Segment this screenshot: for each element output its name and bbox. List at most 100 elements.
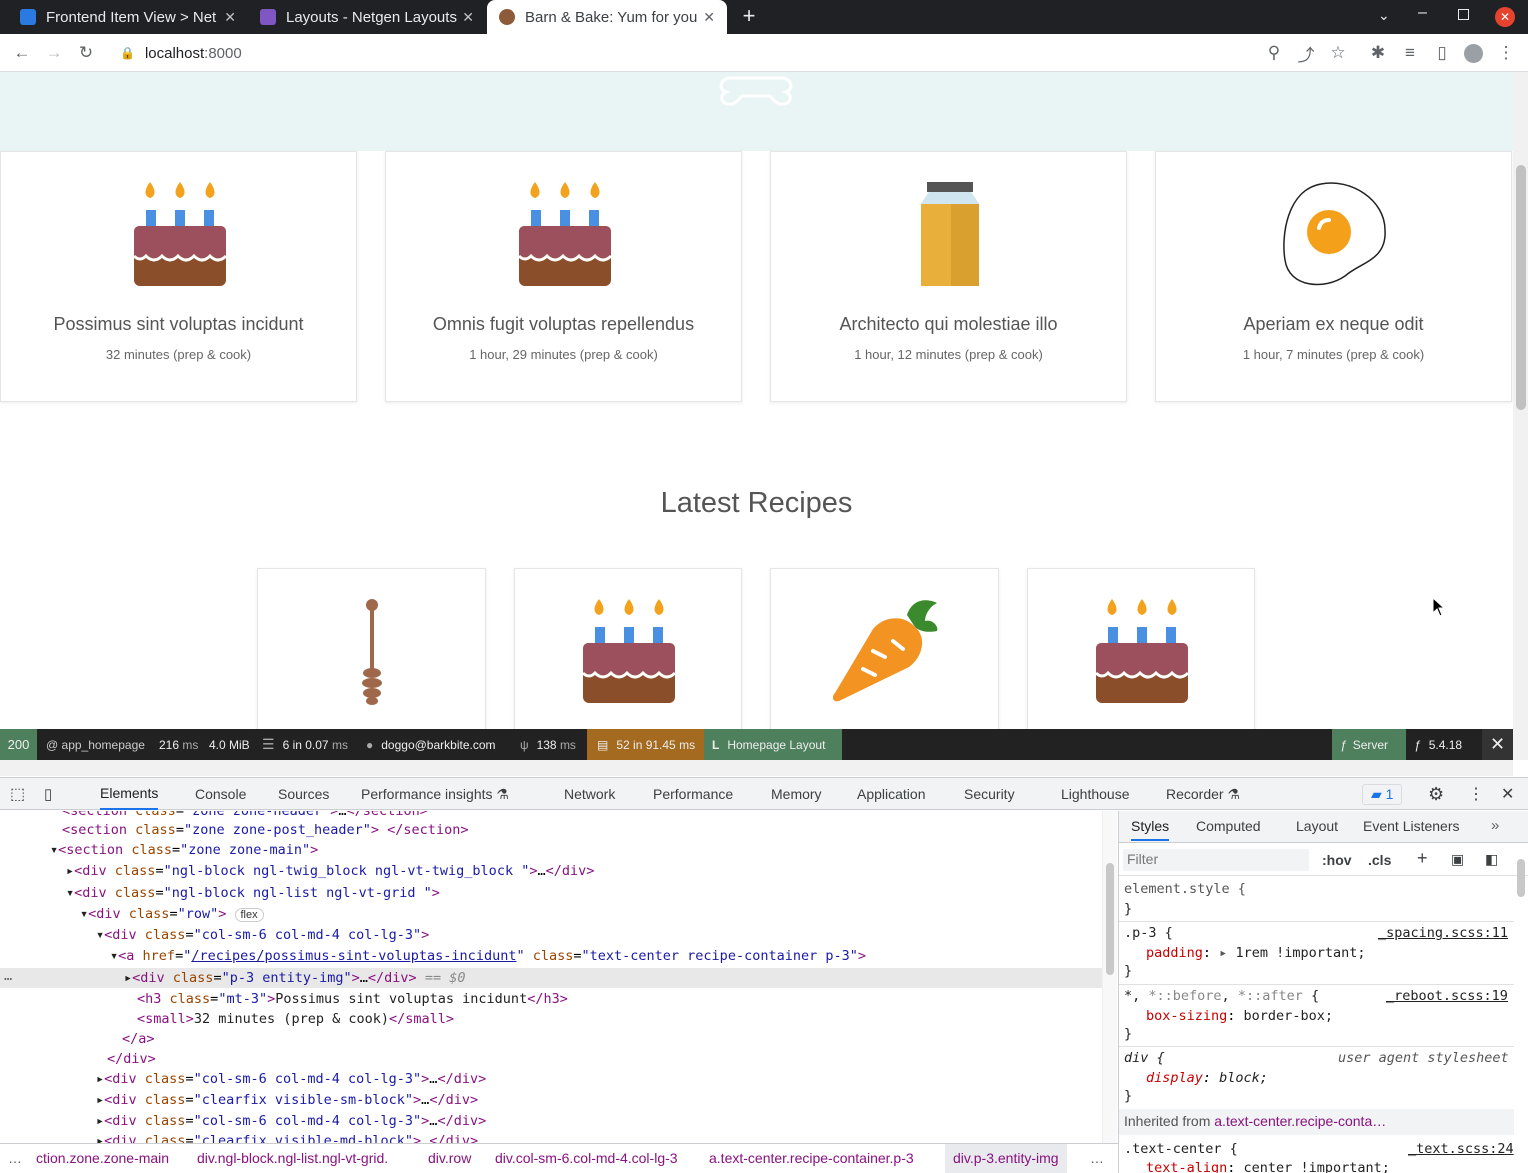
tab-recorder[interactable]: Recorder ⚗ (1166, 778, 1240, 810)
zoom-icon[interactable]: ⚲ (1260, 34, 1288, 72)
node-actions-ellipsis-icon[interactable]: … (4, 968, 12, 984)
new-style-rule-plus-icon[interactable]: + (1417, 848, 1428, 869)
device-toolbar-icon[interactable]: ▯ (44, 778, 52, 810)
style-rule-selector[interactable]: .p-3 { (1124, 925, 1173, 941)
tab-styles[interactable]: Styles (1131, 818, 1170, 841)
close-toolbar-icon[interactable]: ✕ (1482, 729, 1513, 760)
dom-node[interactable]: ▸<div class="col-sm-6 col-md-4 col-lg-3"… (0, 1111, 1102, 1131)
breadcrumb-scroll-left-icon[interactable]: … (8, 1150, 22, 1166)
styles-scrollbar-thumb[interactable] (1517, 859, 1525, 897)
more-tabs-chevron-icon[interactable]: » (1491, 817, 1499, 834)
tab-console[interactable]: Console (195, 778, 246, 810)
close-tab-icon[interactable]: ✕ (703, 9, 715, 26)
bookmark-star-icon[interactable]: ☆ (1324, 34, 1352, 72)
breadcrumb-item[interactable]: a.text-center.recipe-container.p-3 (709, 1150, 914, 1166)
breadcrumb-item-selected[interactable]: div.p-3.entity-img (945, 1144, 1067, 1173)
dom-node[interactable]: <h3 class="mt-3">Possimus sint voluptas … (0, 989, 1102, 1009)
new-tab-plus-icon[interactable]: + (738, 5, 760, 28)
back-arrow-icon[interactable]: ← (8, 34, 36, 72)
style-rule-selector[interactable]: element.style { (1124, 881, 1246, 897)
dom-node[interactable]: ▾<div class="col-sm-6 col-md-4 col-lg-3"… (0, 925, 1102, 945)
restore-icon[interactable] (1458, 9, 1469, 20)
inspect-element-icon[interactable]: ⬚ (10, 778, 25, 810)
issues-counter[interactable]: ▰ 1 (1362, 778, 1403, 810)
dom-node[interactable]: ▸<div class="col-sm-6 col-md-4 col-lg-3"… (0, 1069, 1102, 1089)
browser-menu-icon[interactable]: ⋮ (1492, 34, 1520, 72)
dom-node[interactable]: <section class="zone zone-post_header"> … (0, 820, 1102, 840)
style-rule-selector[interactable]: .text-center { (1124, 1141, 1238, 1157)
cache-item[interactable]: ☰ 6 in 0.07 ms (262, 729, 348, 760)
css-declaration[interactable]: display: block; (1146, 1070, 1268, 1086)
styles-filter-input[interactable]: Filter (1123, 849, 1309, 871)
elements-scrollbar[interactable] (1102, 811, 1117, 1143)
recipe-card[interactable] (514, 568, 742, 729)
class-toggle[interactable]: .cls (1368, 852, 1391, 868)
request-time[interactable]: 216 ms (159, 729, 198, 760)
recipe-card[interactable]: Possimus sint voluptas incidunt 32 minut… (0, 151, 357, 402)
dom-node[interactable]: ▾<section class="zone zone-main"> (0, 840, 1102, 860)
tab-elements[interactable]: Elements (100, 778, 159, 810)
server-item[interactable]: ƒ Server (1332, 729, 1406, 760)
recipe-card[interactable]: Aperiam ex neque odit 1 hour, 7 minutes … (1155, 151, 1512, 402)
media-queue-icon[interactable]: ≡ (1396, 34, 1424, 72)
breadcrumb-item[interactable]: div.col-sm-6.col-md-4.col-lg-3 (495, 1150, 678, 1166)
toggle-sidebar-icon[interactable]: ◧ (1485, 851, 1498, 868)
tab-layout[interactable]: Layout (1296, 818, 1338, 834)
css-declaration[interactable]: text-align: center !important; (1146, 1160, 1390, 1173)
tab-memory[interactable]: Memory (771, 778, 822, 810)
close-devtools-icon[interactable]: ✕ (1501, 778, 1514, 810)
dom-node[interactable]: </a> (0, 1029, 1102, 1049)
recipe-card[interactable] (257, 568, 486, 729)
tab-security[interactable]: Security (964, 778, 1015, 810)
recipe-card[interactable] (770, 568, 999, 729)
breadcrumb-item[interactable]: ction.zone.zone-main (36, 1150, 169, 1166)
elements-scrollbar-thumb[interactable] (1106, 863, 1114, 975)
dom-node[interactable]: ▾<a href="/recipes/possimus-sint-volupta… (0, 946, 1102, 966)
page-scrollbar-thumb[interactable] (1516, 165, 1526, 410)
tab-computed[interactable]: Computed (1196, 818, 1261, 834)
page-horizontal-scrollbar[interactable] (0, 760, 1513, 776)
close-window-icon[interactable]: ✕ (1495, 7, 1515, 27)
dom-node[interactable]: ▸<div class="clearfix visible-sm-block">… (0, 1090, 1102, 1110)
memory-usage[interactable]: 4.0 MiB (209, 729, 250, 760)
browser-tab-2[interactable]: Layouts - Netgen Layouts ✕ (248, 0, 486, 34)
address-bar[interactable]: 🔒 localhost:8000 (112, 38, 1362, 68)
tab-event-listeners[interactable]: Event Listeners (1363, 818, 1460, 834)
dom-node[interactable]: ▸<div class="ngl-block ngl-twig_block ng… (0, 861, 1102, 881)
stylesheet-link[interactable]: _spacing.scss:11 (1378, 925, 1508, 941)
hover-state-toggle[interactable]: :hov (1322, 852, 1352, 868)
dom-node[interactable]: </div> (0, 1049, 1102, 1069)
forward-arrow-icon[interactable]: → (40, 34, 68, 72)
style-rule-selector[interactable]: *, *::before, *::after { (1124, 988, 1319, 1004)
tab-performance[interactable]: Performance (653, 778, 733, 810)
symfony-version-item[interactable]: ƒ 5.4.18 (1414, 729, 1462, 760)
css-declaration[interactable]: box-sizing: border-box; (1146, 1008, 1333, 1024)
database-item[interactable]: ▤ 52 in 91.45 ms (587, 729, 704, 760)
breadcrumb-scroll-right-icon[interactable]: … (1090, 1150, 1104, 1166)
tab-sources[interactable]: Sources (278, 778, 329, 810)
tab-performance-insights[interactable]: Performance insights ⚗ (361, 778, 509, 810)
profile-avatar-icon[interactable] (1464, 44, 1483, 63)
stylesheet-link[interactable]: _reboot.scss:19 (1386, 988, 1508, 1004)
user-item[interactable]: ● doggo@barkbite.com (366, 729, 496, 760)
dom-node[interactable]: <small>32 minutes (prep & cook)</small> (0, 1009, 1102, 1029)
minimize-icon[interactable]: – (1418, 4, 1427, 22)
close-tab-icon[interactable]: ✕ (224, 9, 236, 26)
settings-gear-icon[interactable]: ⚙ (1428, 778, 1444, 810)
devtools-menu-icon[interactable]: ⋮ (1468, 778, 1484, 810)
close-tab-icon[interactable]: ✕ (462, 9, 474, 26)
tab-search-chevron-icon[interactable]: ⌄ (1378, 7, 1390, 24)
status-code-badge[interactable]: 200 (0, 729, 37, 760)
dom-node-selected[interactable]: ▸<div class="p-3 entity-img">…</div> == … (0, 968, 1102, 988)
extensions-puzzle-icon[interactable]: ✱ (1364, 34, 1392, 72)
tab-lighthouse[interactable]: Lighthouse (1061, 778, 1130, 810)
style-rule-selector[interactable]: div { (1124, 1050, 1165, 1066)
styles-scrollbar[interactable] (1515, 847, 1527, 907)
breadcrumb-item[interactable]: div.ngl-block.ngl-list.ngl-vt-grid. (197, 1150, 388, 1166)
recipe-card[interactable]: Architecto qui molestiae illo 1 hour, 12… (770, 151, 1127, 402)
breadcrumb-item[interactable]: div.row (428, 1150, 471, 1166)
reload-icon[interactable]: ↻ (72, 34, 100, 72)
dom-node[interactable]: ▸<div class="clearfix visible-md-block">… (0, 1131, 1102, 1143)
tab-network[interactable]: Network (564, 778, 615, 810)
paint-brush-icon[interactable]: ▣ (1451, 851, 1464, 868)
